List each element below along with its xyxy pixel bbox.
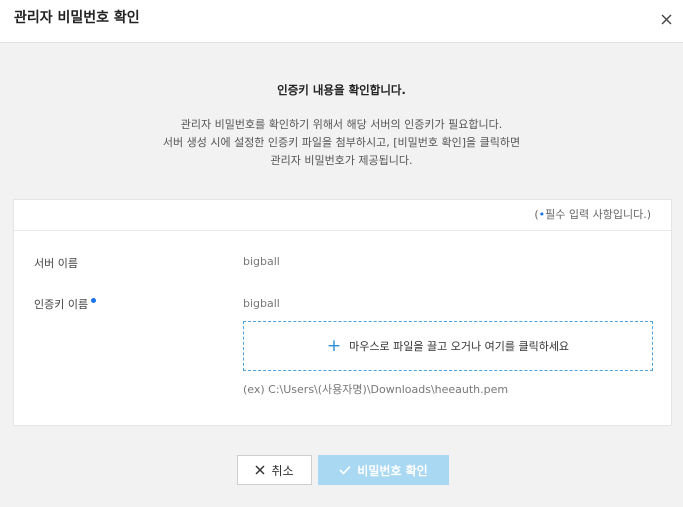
intro-heading: 인증키 내용을 확인합니다.	[277, 83, 406, 97]
cancel-label: 취소	[271, 463, 294, 478]
cancel-button[interactable]: 취소	[237, 455, 312, 485]
file-dropzone[interactable]: + 마우스로 파일을 끌고 오거나 여기를 클릭하세요	[243, 321, 653, 371]
key-name-label-row: 인증키 이름	[34, 296, 97, 312]
intro-line-1: 관리자 비밀번호를 확인하기 위해서 해당 서버의 인증키가 필요합니다.	[180, 118, 503, 131]
panel-divider	[14, 230, 671, 231]
intro-description: 관리자 비밀번호를 확인하기 위해서 해당 서버의 인증키가 필요합니다. 서버…	[0, 116, 683, 170]
form-panel: (•필수 입력 사항입니다.) 서버 이름 bigball 인증키 이름 big…	[13, 199, 672, 426]
close-icon	[661, 14, 672, 25]
server-name-value: bigball	[243, 255, 280, 268]
required-note-text: 필수 입력 사항입니다.)	[545, 208, 651, 221]
key-name-label: 인증키 이름	[34, 298, 89, 311]
intro-section: 인증키 내용을 확인합니다. 관리자 비밀번호를 확인하기 위해서 해당 서버의…	[0, 80, 683, 170]
required-note: (•필수 입력 사항입니다.)	[534, 206, 651, 222]
dialog-header: 관리자 비밀번호 확인	[0, 0, 683, 43]
plus-icon: +	[326, 335, 342, 356]
key-name-value: bigball	[243, 297, 280, 310]
check-icon	[339, 465, 351, 475]
dropzone-text: 마우스로 파일을 끌고 오거나 여기를 클릭하세요	[349, 340, 570, 353]
example-path: (ex) C:\Users\(사용자명)\Downloads\heeauth.p…	[243, 383, 509, 396]
confirm-label: 비밀번호 확인	[357, 463, 428, 478]
x-icon	[255, 465, 265, 475]
server-name-label: 서버 이름	[34, 257, 78, 270]
confirm-password-button[interactable]: 비밀번호 확인	[318, 455, 449, 485]
close-button[interactable]	[658, 11, 676, 29]
required-dot-icon	[91, 298, 97, 303]
dialog-title: 관리자 비밀번호 확인	[14, 10, 140, 26]
intro-line-3: 관리자 비밀번호가 제공됩니다.	[270, 154, 413, 167]
intro-line-2: 서버 생성 시에 설정한 인증키 파일을 첨부하시고, [비밀번호 확인]을 클…	[162, 136, 521, 149]
